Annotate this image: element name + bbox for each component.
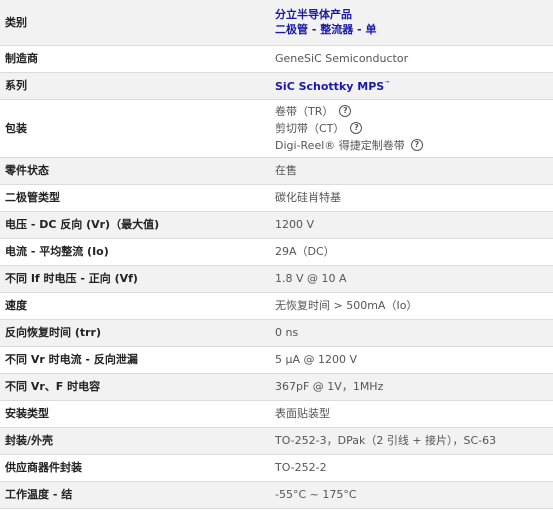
- attr-row-voltage-dc-reverse: 电压 - DC 反向 (Vr)（最大值) 1200 V: [0, 211, 553, 238]
- attr-label: 类别: [5, 15, 27, 29]
- attr-value: GeneSiC Semiconductor: [275, 52, 409, 65]
- attr-row-category: 类别 分立半导体产品 二极管 - 整流器 - 单: [0, 0, 553, 45]
- attr-row-manufacturer: 制造商 GeneSiC Semiconductor: [0, 45, 553, 72]
- attr-value: 29A（DC）: [275, 245, 335, 258]
- attr-value: TO-252-2: [275, 461, 327, 474]
- attr-value: -55°C ~ 175°C: [275, 488, 357, 501]
- attr-value: 1.8 V @ 10 A: [275, 272, 347, 285]
- packaging-option-ct: 剪切带（CT） ?: [275, 120, 547, 137]
- packaging-option-digireel: Digi-Reel® 得捷定制卷带 ?: [275, 137, 547, 154]
- attr-label: 包装: [5, 121, 27, 135]
- attr-value: TO-252-3，DPak（2 引线 + 接片），SC-63: [275, 434, 497, 447]
- attr-value: 5 µA @ 1200 V: [275, 353, 358, 366]
- attr-label: 制造商: [5, 52, 38, 65]
- category-link-discrete[interactable]: 分立半导体产品: [275, 7, 547, 22]
- attr-value: 1200 V: [275, 218, 315, 231]
- attr-label: 零件状态: [5, 164, 49, 177]
- attr-row-diode-type: 二极管类型 碳化硅肖特基: [0, 184, 553, 211]
- attr-row-operating-temp: 工作温度 - 结 -55°C ~ 175°C: [0, 481, 553, 508]
- attr-row-capacitance: 不同 Vr、F 时电容 367pF @ 1V，1MHz: [0, 373, 553, 400]
- attr-row-speed: 速度 无恢复时间 > 500mA（Io）: [0, 292, 553, 319]
- attr-row-package-case: 封装/外壳 TO-252-3，DPak（2 引线 + 接片），SC-63: [0, 427, 553, 454]
- attr-label: 不同 Vr 时电流 - 反向泄漏: [5, 353, 138, 366]
- attr-label: 不同 Vr、F 时电容: [5, 380, 101, 393]
- attr-row-reverse-leakage: 不同 Vr 时电流 - 反向泄漏 5 µA @ 1200 V: [0, 346, 553, 373]
- attr-value: 分立半导体产品 二极管 - 整流器 - 单: [265, 0, 553, 45]
- attr-label: 电流 - 平均整流 (Io): [5, 245, 109, 258]
- attr-row-packaging: 包装 卷带（TR） ? 剪切带（CT） ? Digi-Reel® 得捷定制卷带 …: [0, 99, 553, 157]
- help-circle-icon[interactable]: ?: [339, 105, 352, 117]
- category-link-rectifier-single[interactable]: 二极管 - 整流器 - 单: [275, 22, 547, 37]
- attr-value: 碳化硅肖特基: [275, 191, 341, 204]
- series-link[interactable]: SiC Schottky MPS™: [275, 80, 390, 93]
- attr-label: 安装类型: [5, 407, 49, 420]
- help-circle-icon[interactable]: ?: [350, 122, 363, 134]
- attr-row-reverse-recovery-time: 反向恢复时间 (trr) 0 ns: [0, 319, 553, 346]
- product-attributes-table: 类别 分立半导体产品 二极管 - 整流器 - 单 制造商 GeneSiC Sem…: [0, 0, 553, 509]
- attr-value: 无恢复时间 > 500mA（Io）: [275, 299, 418, 312]
- attr-row-forward-voltage: 不同 If 时电压 - 正向 (Vf) 1.8 V @ 10 A: [0, 265, 553, 292]
- packaging-option-tr: 卷带（TR） ?: [275, 103, 547, 120]
- attr-value: SiC Schottky MPS™: [265, 72, 553, 99]
- attr-row-supplier-package: 供应商器件封装 TO-252-2: [0, 454, 553, 481]
- attr-row-mounting-type: 安装类型 表面贴装型: [0, 400, 553, 427]
- attr-value: 在售: [275, 164, 297, 177]
- attr-label: 电压 - DC 反向 (Vr)（最大值): [5, 218, 160, 231]
- attr-label: 工作温度 - 结: [5, 488, 73, 501]
- attr-label: 速度: [5, 299, 27, 312]
- attr-label: 供应商器件封装: [5, 461, 82, 474]
- attr-label: 反向恢复时间 (trr): [5, 326, 101, 339]
- attr-label: 不同 If 时电压 - 正向 (Vf): [5, 272, 138, 285]
- attr-label: 二极管类型: [5, 191, 60, 204]
- attr-value: 367pF @ 1V，1MHz: [275, 380, 384, 393]
- attr-label: 封装/外壳: [5, 434, 54, 447]
- attr-row-current-avg-rectified: 电流 - 平均整流 (Io) 29A（DC）: [0, 238, 553, 265]
- attr-value: 表面贴装型: [275, 407, 330, 420]
- attr-value: 卷带（TR） ? 剪切带（CT） ? Digi-Reel® 得捷定制卷带 ?: [265, 99, 553, 157]
- attr-row-part-status: 零件状态 在售: [0, 157, 553, 184]
- help-circle-icon[interactable]: ?: [410, 139, 423, 151]
- attr-label: 系列: [5, 79, 27, 92]
- attr-row-series: 系列 SiC Schottky MPS™: [0, 72, 553, 99]
- attr-value: 0 ns: [275, 326, 299, 339]
